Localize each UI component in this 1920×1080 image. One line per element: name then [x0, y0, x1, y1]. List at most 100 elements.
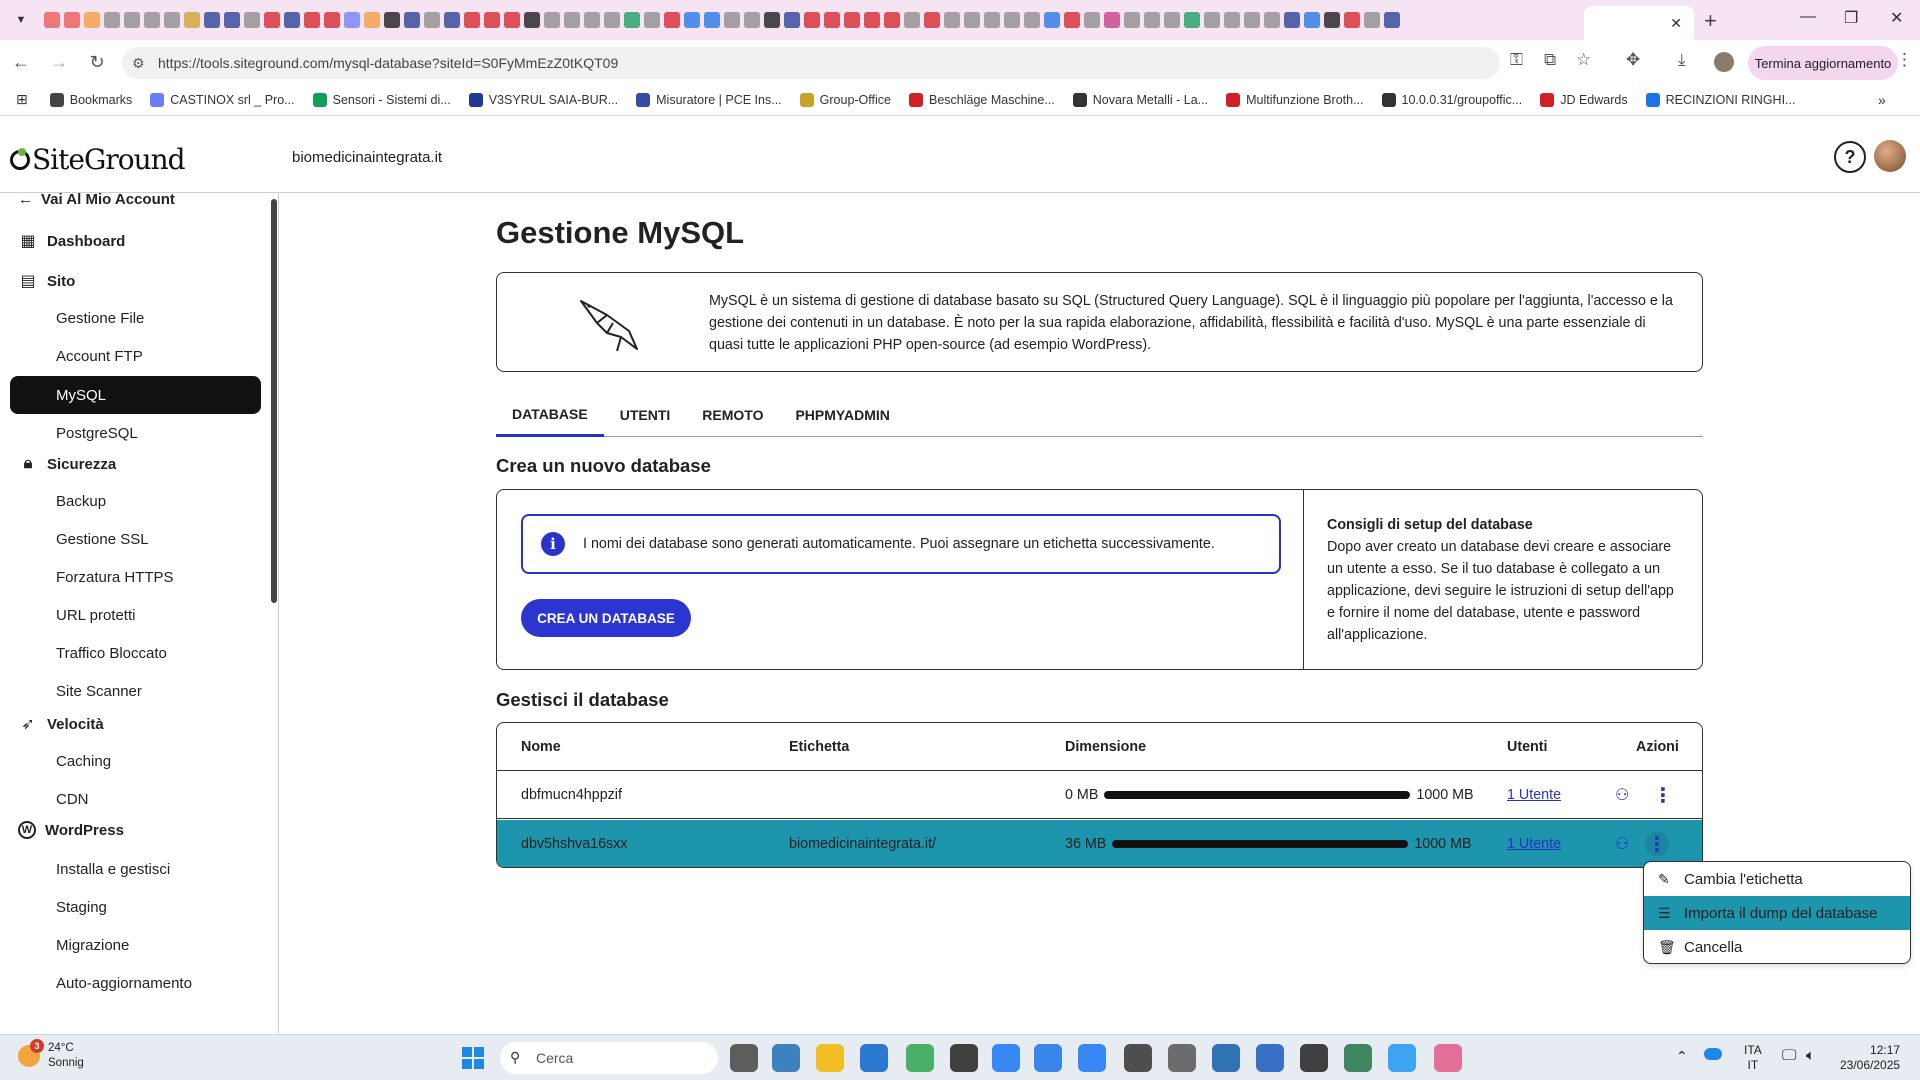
- pinned-tab-favicon[interactable]: [364, 12, 380, 28]
- bookmark-item[interactable]: CASTINOX srl _ Pro...: [150, 92, 295, 107]
- menu-item-delete[interactable]: 🗑︎ Cancella: [1644, 930, 1910, 963]
- menu-item-change-label[interactable]: ✎ Cambia l'etichetta: [1644, 862, 1910, 896]
- outlook-icon[interactable]: [860, 1044, 888, 1072]
- tab-phpmyadmin[interactable]: PHPMYADMIN: [779, 393, 905, 437]
- task-view-icon[interactable]: [730, 1044, 758, 1072]
- pinned-tab-favicon[interactable]: [1084, 12, 1100, 28]
- reload-icon[interactable]: ↻: [80, 45, 114, 79]
- help-button[interactable]: ?: [1834, 141, 1866, 173]
- more-bookmarks-icon[interactable]: »: [1878, 92, 1886, 108]
- terminal-icon[interactable]: [1300, 1044, 1328, 1072]
- sidebar-item-forzatura-https[interactable]: Forzatura HTTPS: [10, 558, 261, 596]
- pinned-tab-favicon[interactable]: [744, 12, 760, 28]
- network-icon[interactable]: 🖵︎: [1782, 1048, 1796, 1063]
- sidebar-item-mysql[interactable]: MySQL: [10, 376, 261, 414]
- pinned-tab-favicon[interactable]: [504, 12, 520, 28]
- pinned-tab-favicon[interactable]: [624, 12, 640, 28]
- pinned-tab-favicon[interactable]: [1104, 12, 1120, 28]
- pinned-tab-favicon[interactable]: [304, 12, 320, 28]
- weather-widget[interactable]: 3 24°C Sonnig: [18, 1039, 84, 1071]
- bookmark-item[interactable]: V3SYRUL SAIA-BUR...: [468, 92, 618, 107]
- maximize-icon[interactable]: ❐: [1844, 8, 1858, 28]
- table-row[interactable]: dbfmucn4hppzif 0 MB 1000 MB 1 Utente ⚇ ⋮: [497, 771, 1702, 819]
- pinned-tab-favicon[interactable]: [1204, 12, 1220, 28]
- chrome-icon[interactable]: [906, 1044, 934, 1072]
- sidebar-item-site-scanner[interactable]: Site Scanner: [10, 672, 261, 710]
- password-key-icon[interactable]: ⚿: [1510, 50, 1523, 70]
- sidebar-item-installa-e-gestisci[interactable]: Installa e gestisci: [10, 850, 261, 888]
- sidebar-section-sicurezza[interactable]: 🔒︎ Sicurezza: [18, 454, 116, 474]
- clock[interactable]: 12:17 23/06/2025: [1840, 1043, 1900, 1073]
- pinned-tab-favicon[interactable]: [84, 12, 100, 28]
- sidebar-scrollbar[interactable]: [271, 199, 277, 603]
- sidebar-section-dashboard[interactable]: ▦ Dashboard: [18, 231, 125, 251]
- bookmark-item[interactable]: RECINZIONI RINGHI...: [1645, 92, 1795, 107]
- start-button[interactable]: [462, 1047, 484, 1069]
- pinned-tab-favicon[interactable]: [244, 12, 260, 28]
- bookmark-item[interactable]: Bookmarks: [49, 92, 132, 107]
- pinned-tab-favicon[interactable]: [1364, 12, 1380, 28]
- bookmark-item[interactable]: 10.0.0.31/groupoffic...: [1381, 92, 1522, 107]
- pinned-tab-favicon[interactable]: [164, 12, 180, 28]
- profile-avatar-icon[interactable]: [1714, 52, 1734, 72]
- snipping-tool-icon[interactable]: [1434, 1044, 1462, 1072]
- pinned-tab-favicon[interactable]: [1124, 12, 1140, 28]
- facebook-icon[interactable]: [992, 1044, 1020, 1072]
- site-domain[interactable]: biomedicinaintegrata.it: [292, 149, 442, 166]
- pinned-tab-favicon[interactable]: [684, 12, 700, 28]
- pinned-tab-favicon[interactable]: [1064, 12, 1080, 28]
- sidebar-item-url-protetti[interactable]: URL protetti: [10, 596, 261, 634]
- menu-item-import-dump[interactable]: ☰ Importa il dump del database: [1644, 896, 1910, 930]
- pinned-tab-favicon[interactable]: [1164, 12, 1180, 28]
- sidebar-item-cdn[interactable]: CDN: [10, 780, 261, 818]
- address-bar[interactable]: https://tools.siteground.com/mysql-datab…: [122, 47, 1500, 79]
- tab-remoto[interactable]: REMOTO: [686, 393, 779, 437]
- media-player-icon[interactable]: [1168, 1044, 1196, 1072]
- pinned-tab-favicon[interactable]: [104, 12, 120, 28]
- pinned-tab-favicon[interactable]: [144, 12, 160, 28]
- pinned-tab-favicon[interactable]: [564, 12, 580, 28]
- back-to-account-link[interactable]: ← Vai Al Mio Account: [18, 193, 175, 208]
- create-database-button[interactable]: CREA UN DATABASE: [521, 599, 691, 637]
- pinned-tab-favicon[interactable]: [964, 12, 980, 28]
- tab-search-chevron-icon[interactable]: ▼: [8, 7, 34, 33]
- pinned-tab-favicon[interactable]: [1304, 12, 1320, 28]
- onedrive-icon[interactable]: [1704, 1048, 1722, 1060]
- pinned-tab-favicon[interactable]: [264, 12, 280, 28]
- pinned-tab-favicon[interactable]: [644, 12, 660, 28]
- db-users-link[interactable]: 1 Utente: [1507, 771, 1561, 819]
- pinned-tab-favicon[interactable]: [664, 12, 680, 28]
- pinned-tab-favicon[interactable]: [224, 12, 240, 28]
- sidebar-item-auto-aggiornamento[interactable]: Auto-aggiornamento: [10, 964, 261, 1002]
- close-tab-icon[interactable]: ✕: [1670, 15, 1682, 32]
- pinned-tab-favicon[interactable]: [984, 12, 1000, 28]
- siteground-logo[interactable]: SiteGround: [10, 143, 186, 176]
- pinned-tab-favicon[interactable]: [284, 12, 300, 28]
- new-tab-button[interactable]: +: [1704, 8, 1717, 34]
- pinned-tab-favicon[interactable]: [404, 12, 420, 28]
- pinned-tab-favicon[interactable]: [1004, 12, 1020, 28]
- pinned-tab-favicon[interactable]: [904, 12, 920, 28]
- bookmark-item[interactable]: Beschläge Maschine...: [908, 92, 1055, 107]
- volume-icon[interactable]: 🔈︎: [1806, 1048, 1815, 1063]
- pinned-tab-favicon[interactable]: [324, 12, 340, 28]
- pinned-tab-favicon[interactable]: [524, 12, 540, 28]
- pinned-tab-favicon[interactable]: [464, 12, 480, 28]
- facebook-icon[interactable]: [1078, 1044, 1106, 1072]
- hp-app-icon[interactable]: [772, 1044, 800, 1072]
- pinned-tab-favicon[interactable]: [864, 12, 880, 28]
- back-icon[interactable]: ←: [4, 45, 38, 79]
- teamviewer-icon[interactable]: [1212, 1044, 1240, 1072]
- sidebar-item-staging[interactable]: Staging: [10, 888, 261, 926]
- site-info-icon[interactable]: ⚙: [132, 55, 145, 72]
- pinned-tab-favicon[interactable]: [1264, 12, 1280, 28]
- pinned-tab-favicon[interactable]: [884, 12, 900, 28]
- pinned-tab-favicon[interactable]: [384, 12, 400, 28]
- pinned-tab-favicon[interactable]: [1284, 12, 1300, 28]
- pinned-tab-favicon[interactable]: [1344, 12, 1360, 28]
- sidebar-item-migrazione[interactable]: Migrazione: [10, 926, 261, 964]
- sidebar-item-postgresql[interactable]: PostgreSQL: [10, 414, 261, 452]
- pinned-tab-favicon[interactable]: [704, 12, 720, 28]
- browser-menu-icon[interactable]: ⋮: [1896, 50, 1913, 70]
- pinned-tab-favicon[interactable]: [1144, 12, 1160, 28]
